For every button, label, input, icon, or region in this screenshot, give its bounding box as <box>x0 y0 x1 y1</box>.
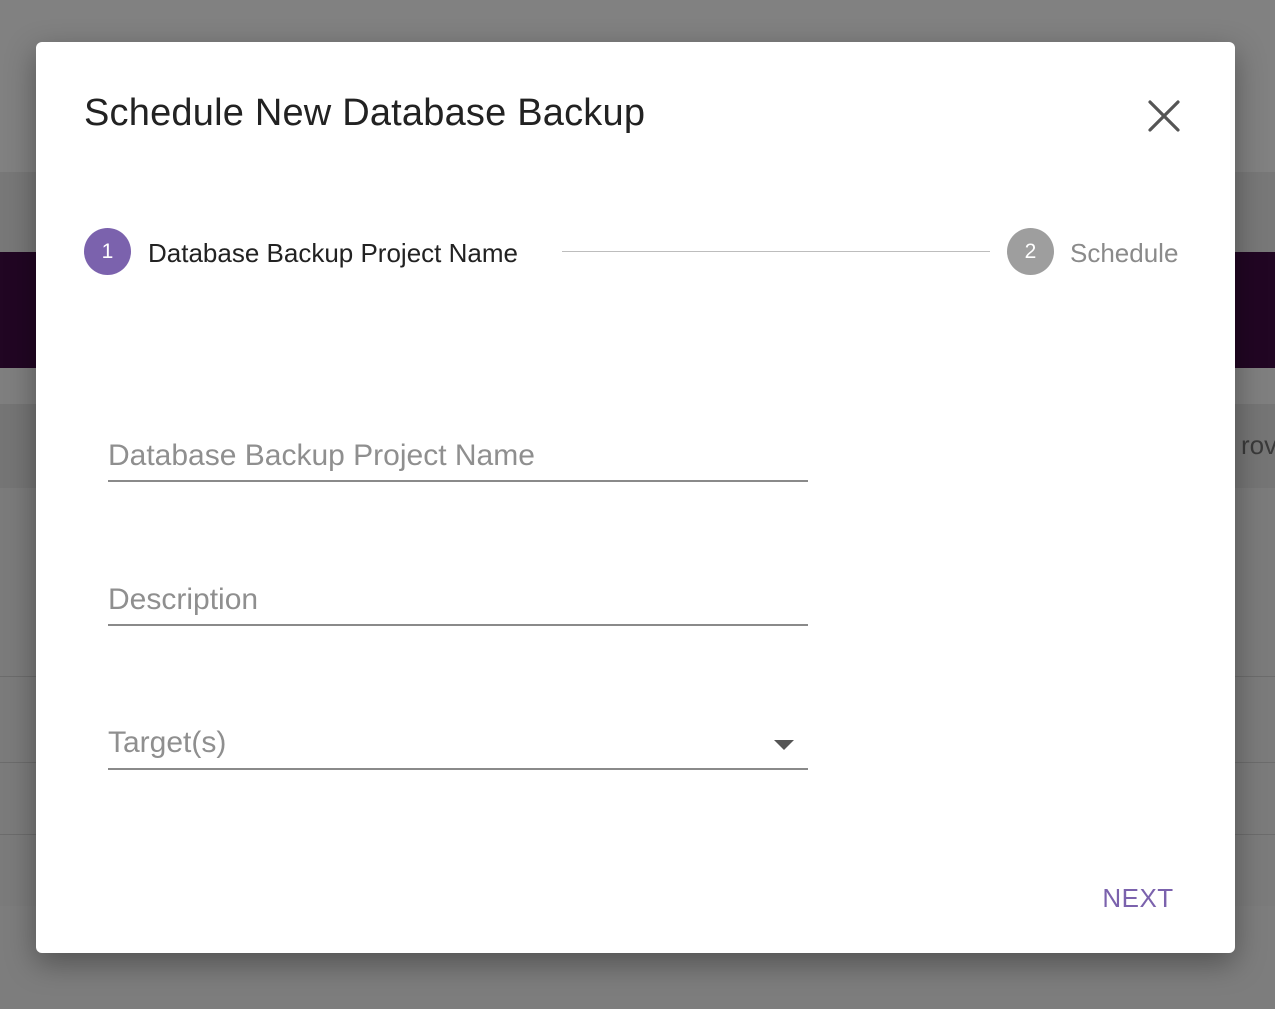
step-1-label[interactable]: Database Backup Project Name <box>148 238 518 269</box>
step-1-badge[interactable]: 1 <box>84 228 131 275</box>
stepper: 1 Database Backup Project Name 2 Schedul… <box>84 226 1194 276</box>
next-button[interactable]: NEXT <box>1088 874 1188 922</box>
background-partial-text: rov <box>1241 430 1275 460</box>
targets-placeholder: Target(s) <box>108 726 227 759</box>
project-name-input[interactable] <box>108 432 808 482</box>
close-icon[interactable] <box>1144 96 1184 136</box>
step-connector <box>562 251 990 252</box>
targets-select-box[interactable]: Target(s) <box>108 720 808 770</box>
schedule-backup-dialog: Schedule New Database Backup 1 Database … <box>36 42 1235 953</box>
project-name-field <box>108 432 808 482</box>
targets-select[interactable]: Target(s) <box>108 720 808 770</box>
description-input[interactable] <box>108 576 808 626</box>
description-field <box>108 576 808 626</box>
close-button[interactable] <box>1144 96 1184 136</box>
dialog-title: Schedule New Database Backup <box>84 92 646 134</box>
step-2-badge[interactable]: 2 <box>1007 228 1054 275</box>
chevron-down-icon[interactable] <box>774 740 794 750</box>
step-2-label[interactable]: Schedule <box>1070 238 1178 269</box>
